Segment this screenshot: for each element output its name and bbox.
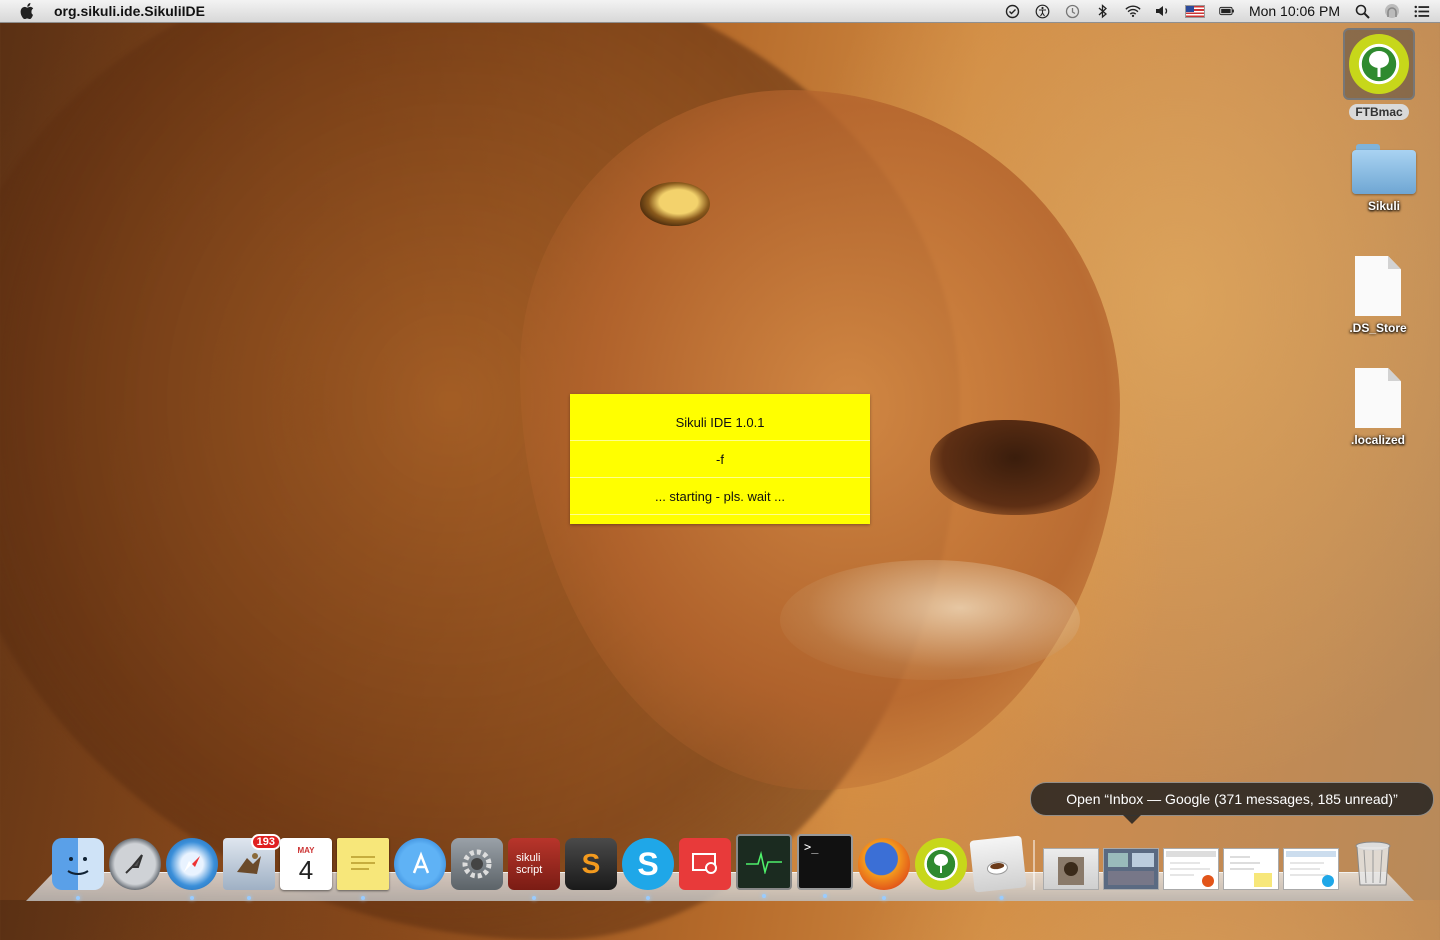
firefox-minimized-window[interactable] (1163, 848, 1219, 890)
desktop-icon-localized[interactable]: .localized (1333, 368, 1423, 449)
desktop-icon-ds-store[interactable]: .DS_Store (1333, 256, 1423, 337)
splash-title: Sikuli IDE 1.0.1 (570, 404, 870, 441)
finder-icon[interactable] (52, 838, 104, 900)
status-items: Mon 10:06 PM (1005, 3, 1440, 19)
mail-stamp-icon[interactable]: 193 (223, 834, 281, 900)
desktop-icon-label: .localized (1350, 433, 1406, 447)
notification-center-icon[interactable] (1414, 3, 1430, 19)
spotlight-search-icon[interactable] (1354, 3, 1370, 19)
wallpaper-lion-muzzle (780, 560, 1080, 680)
firefox-icon[interactable] (858, 838, 910, 900)
splash-args: -f (570, 441, 870, 478)
bluetooth-icon[interactable] (1095, 3, 1111, 19)
stickies-note-icon[interactable] (337, 838, 389, 900)
dock-tooltip: Open “Inbox — Google (371 messages, 185 … (1030, 782, 1434, 824)
desktop-icon-label: FTBmac (1349, 104, 1409, 120)
wallpaper-lion-nose (930, 420, 1100, 515)
preview-minimized-window[interactable] (1043, 848, 1099, 890)
app-store-icon[interactable] (394, 838, 446, 890)
ftbmac-tree-icon (1349, 34, 1409, 94)
skype-minimized-window[interactable] (1283, 848, 1339, 890)
ftbmac-dock-icon[interactable] (915, 838, 967, 890)
app-menu[interactable]: org.sikuli.ide.SikuliIDE (54, 3, 205, 19)
desktop-icon-label: Sikuli (1367, 199, 1400, 213)
trash-icon[interactable] (1347, 838, 1399, 890)
time-machine-icon[interactable] (1065, 3, 1081, 19)
volume-icon[interactable] (1155, 3, 1171, 19)
dock-separator (1033, 840, 1035, 890)
mail-unread-badge: 193 (250, 834, 281, 850)
battery-icon[interactable] (1219, 3, 1235, 19)
dock: 193 MAY 4 sikuli script S S >_ (52, 830, 1404, 901)
menubar-clock[interactable]: Mon 10:06 PM (1249, 3, 1340, 19)
sikuli-script-label: sikuli script (516, 852, 543, 876)
sikuli-splash-window: Sikuli IDE 1.0.1 -f ... starting - pls. … (570, 394, 870, 524)
safari-compass-icon[interactable] (166, 838, 218, 900)
sublime-text-icon[interactable]: S (565, 838, 617, 890)
document-icon (1355, 368, 1401, 428)
apple-icon[interactable] (20, 3, 34, 19)
java-coffee-icon[interactable] (969, 835, 1027, 901)
splash-status: ... starting - pls. wait ... (570, 478, 870, 515)
activity-monitor-icon[interactable] (736, 834, 792, 898)
stickies-minimized-window[interactable] (1223, 848, 1279, 890)
skype-icon[interactable]: S (622, 838, 674, 900)
accessibility-icon[interactable] (1035, 3, 1051, 19)
folder-icon (1352, 144, 1416, 194)
wallpaper-lion-eye (640, 182, 710, 226)
document-icon (1355, 256, 1401, 316)
system-preferences-gear-icon[interactable] (451, 838, 503, 890)
mission-control-minimized-window[interactable] (1103, 848, 1159, 890)
desktop-icon-ftbmac[interactable]: FTBmac (1334, 28, 1424, 121)
calendar-icon[interactable]: MAY 4 (280, 838, 332, 890)
user-icon[interactable] (1384, 3, 1400, 19)
sikuli-script-icon[interactable]: sikuli script (508, 838, 560, 900)
launchpad-icon[interactable] (109, 838, 161, 890)
us-flag-input-icon[interactable] (1184, 4, 1205, 18)
menu-bar: org.sikuli.ide.SikuliIDE Mon 10:06 PM (0, 0, 1440, 23)
calendar-day: 4 (298, 855, 314, 885)
ftbmac-selection (1343, 28, 1415, 100)
remote-desktop-icon[interactable] (679, 838, 731, 890)
desktop-icon-sikuli-folder[interactable]: Sikuli (1339, 144, 1429, 215)
terminal-icon[interactable]: >_ (797, 834, 853, 898)
wifi-icon[interactable] (1125, 3, 1141, 19)
desktop-icon-label: .DS_Store (1349, 321, 1407, 335)
clock-check-icon[interactable] (1005, 3, 1021, 19)
